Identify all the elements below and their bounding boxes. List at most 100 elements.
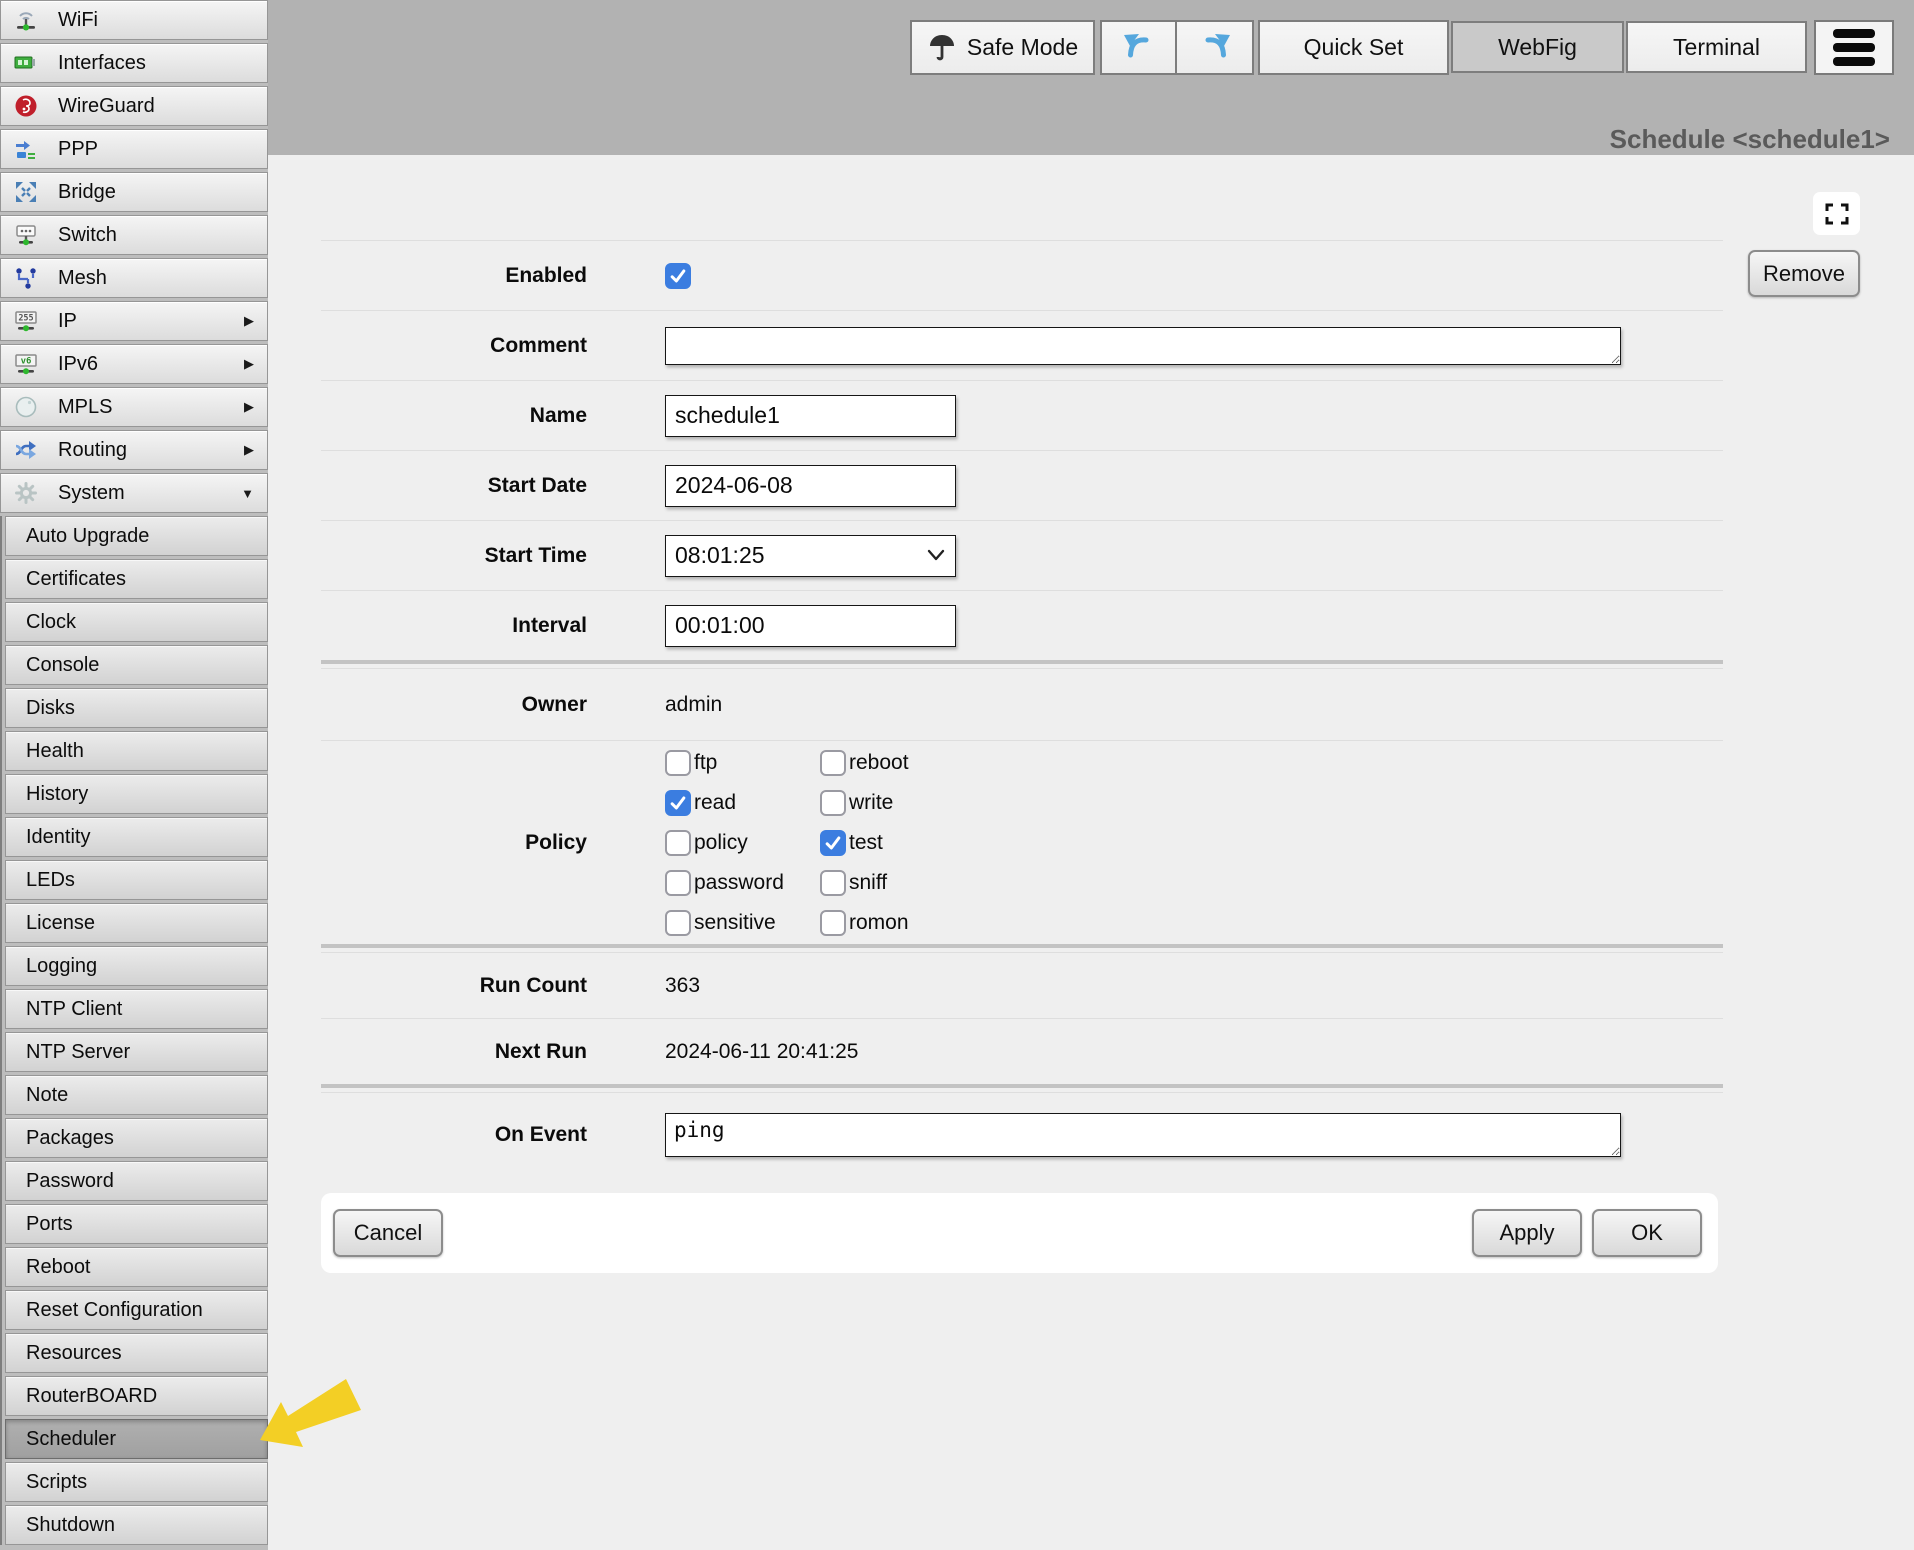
sidebar-item-switch[interactable]: Switch — [0, 215, 268, 255]
apply-button[interactable]: Apply — [1472, 1209, 1582, 1257]
start-time-label: Start Time — [321, 544, 587, 568]
sidebar-item-ntp-server[interactable]: NTP Server — [5, 1032, 268, 1072]
sidebar: WiFi Interfaces WireGuard PPP BridgeSwitchMe… — [0, 0, 268, 1550]
sidebar-item-mesh[interactable]: Mesh — [0, 258, 268, 298]
name-input[interactable] — [665, 395, 956, 437]
sidebar-item-license[interactable]: License — [5, 903, 268, 943]
enabled-row: Enabled — [321, 240, 1723, 310]
tab-terminal[interactable]: Terminal — [1626, 21, 1807, 73]
tab-quick-set[interactable]: Quick Set — [1258, 20, 1449, 75]
sidebar-item-ports[interactable]: Ports — [5, 1204, 268, 1244]
sidebar-item-resources[interactable]: Resources — [5, 1333, 268, 1373]
undo-icon — [1122, 31, 1156, 65]
policy-checkbox-test[interactable]: test — [820, 830, 1020, 856]
sidebar-item-reset-configuration[interactable]: Reset Configuration — [5, 1290, 268, 1330]
policy-checkbox-sensitive[interactable]: sensitive — [665, 910, 820, 936]
sidebar-item-label: NTP Client — [26, 998, 122, 1021]
sidebar-item-label: Resources — [26, 1342, 122, 1365]
webfig-label: WebFig — [1498, 34, 1577, 61]
sidebar-item-ppp[interactable]: PPP — [0, 129, 268, 169]
hamburger-icon — [1833, 29, 1875, 66]
sidebar-item-history[interactable]: History — [5, 774, 268, 814]
sidebar-item-scripts[interactable]: Scripts — [5, 1462, 268, 1502]
sidebar-item-label: WireGuard — [58, 95, 155, 118]
sidebar-item-label: LEDs — [26, 869, 75, 892]
svg-text:v6: v6 — [21, 357, 32, 367]
sidebar-item-label: NTP Server — [26, 1041, 130, 1064]
policy-checkbox-romon[interactable]: romon — [820, 910, 1020, 936]
policy-checkbox-policy[interactable]: policy — [665, 830, 820, 856]
svg-text:255: 255 — [18, 314, 33, 324]
policy-checkbox-read[interactable]: read — [665, 790, 820, 816]
sidebar-item-label: WiFi — [58, 9, 98, 32]
wireguard-icon — [13, 93, 39, 119]
safe-mode-button[interactable]: Safe Mode — [910, 20, 1095, 75]
ipv6-icon: v6 — [13, 351, 39, 377]
sidebar-item-label: PPP — [58, 138, 98, 161]
sidebar-item-shutdown[interactable]: Shutdown — [5, 1505, 268, 1545]
policy-checkbox-write[interactable]: write — [820, 790, 1020, 816]
ppp-icon — [13, 136, 39, 162]
sidebar-item-wifi[interactable]: WiFi — [0, 0, 268, 40]
sidebar-item-clock[interactable]: Clock — [5, 602, 268, 642]
redo-button[interactable] — [1177, 20, 1254, 75]
sidebar-item-scheduler[interactable]: Scheduler — [5, 1419, 268, 1459]
comment-input[interactable] — [665, 327, 1621, 365]
ok-button[interactable]: OK — [1592, 1209, 1702, 1257]
sidebar-item-auto-upgrade[interactable]: Auto Upgrade — [5, 516, 268, 556]
sidebar-item-wireguard[interactable]: WireGuard — [0, 86, 268, 126]
on-event-input[interactable]: ping — [665, 1113, 1621, 1157]
sidebar-item-label: RouterBOARD — [26, 1385, 157, 1408]
policy-checkbox-reboot[interactable]: reboot — [820, 750, 1020, 776]
sidebar-item-leds[interactable]: LEDs — [5, 860, 268, 900]
sidebar-item-label: Note — [26, 1084, 68, 1107]
enabled-checkbox[interactable] — [665, 263, 691, 289]
interval-input[interactable] — [665, 605, 956, 647]
sidebar-item-reboot[interactable]: Reboot — [5, 1247, 268, 1287]
start-time-select[interactable]: 08:01:25 — [665, 535, 956, 577]
sidebar-item-packages[interactable]: Packages — [5, 1118, 268, 1158]
policy-checkbox-sniff[interactable]: sniff — [820, 870, 1020, 896]
sidebar-item-routing[interactable]: Routing▶ — [0, 430, 268, 470]
undo-button[interactable] — [1100, 20, 1177, 75]
sidebar-item-label: MPLS — [58, 396, 112, 419]
comment-row: Comment — [321, 310, 1723, 380]
sidebar-item-ipv6[interactable]: v6 IPv6 ▶ — [0, 344, 268, 384]
start-date-input[interactable] — [665, 465, 956, 507]
checkmark-icon — [668, 793, 688, 813]
sidebar-item-console[interactable]: Console — [5, 645, 268, 685]
sidebar-item-label: License — [26, 912, 95, 935]
triangle-right-icon: ▶ — [244, 356, 254, 372]
terminal-label: Terminal — [1673, 34, 1760, 61]
sidebar-item-interfaces[interactable]: Interfaces — [0, 43, 268, 83]
sidebar-item-label: Interfaces — [58, 52, 146, 75]
sidebar-item-ntp-client[interactable]: NTP Client — [5, 989, 268, 1029]
form-action-bar: Cancel Apply OK — [321, 1193, 1718, 1273]
sidebar-item-logging[interactable]: Logging — [5, 946, 268, 986]
sidebar-item-bridge[interactable]: Bridge — [0, 172, 268, 212]
sidebar-item-health[interactable]: Health — [5, 731, 268, 771]
sidebar-item-identity[interactable]: Identity — [5, 817, 268, 857]
sidebar-item-certificates[interactable]: Certificates — [5, 559, 268, 599]
sidebar-item-note[interactable]: Note — [5, 1075, 268, 1115]
schedule-form: Enabled Comment Name Start Date — [321, 240, 1723, 1176]
sidebar-item-ip[interactable]: 255IP▶ — [0, 301, 268, 341]
sidebar-item-password[interactable]: Password — [5, 1161, 268, 1201]
fullscreen-button[interactable] — [1813, 192, 1860, 235]
hamburger-menu-button[interactable] — [1814, 20, 1894, 75]
webfig-page: Safe Mode — [0, 0, 1914, 1550]
policy-checkbox-password[interactable]: password — [665, 870, 820, 896]
policy-checkbox-ftp[interactable]: ftp — [665, 750, 820, 776]
remove-button[interactable]: Remove — [1748, 250, 1860, 297]
sidebar-item-mpls[interactable]: MPLS▶ — [0, 387, 268, 427]
routing-icon — [13, 437, 39, 463]
cancel-button[interactable]: Cancel — [333, 1209, 443, 1257]
sidebar-item-routerboard[interactable]: RouterBOARD — [5, 1376, 268, 1416]
sidebar-item-label: IPv6 — [58, 353, 98, 376]
sidebar-item-disks[interactable]: Disks — [5, 688, 268, 728]
sidebar-item-system[interactable]: System▼ — [0, 473, 268, 513]
system-icon — [13, 480, 39, 506]
tab-webfig[interactable]: WebFig — [1451, 21, 1624, 73]
name-label: Name — [321, 404, 587, 428]
triangle-right-icon: ▶ — [244, 442, 254, 458]
